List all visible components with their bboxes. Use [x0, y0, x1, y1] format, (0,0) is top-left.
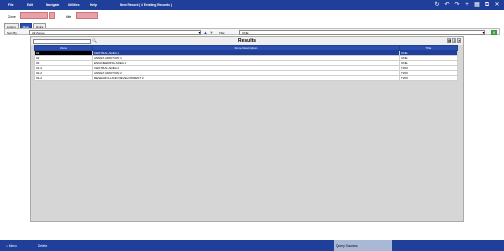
refresh-icon[interactable]: ↻ — [434, 1, 440, 9]
bottom-bar: ⌂ Menu Delete Query Success — [0, 240, 504, 251]
menu-file[interactable]: File — [8, 3, 14, 7]
zone-lookup[interactable] — [49, 12, 55, 19]
undo-icon[interactable]: ↶ — [444, 1, 450, 9]
title-field[interactable] — [76, 12, 98, 19]
close-icon[interactable]: ✕ — [494, 1, 500, 9]
window-title: New Record ( # Existing Records ) — [120, 3, 172, 7]
sort-toolbar: Sort By All Zones ▾ ▲ ▼ Title ONE ▾ ✕ — [4, 28, 500, 35]
filter-row: Zone title — [0, 10, 504, 22]
clear-button[interactable]: ✕ — [491, 29, 497, 35]
sort-select[interactable]: All Zones — [29, 29, 201, 35]
results-header: 🔍 Results ▤ ⇩ ✕ — [31, 37, 463, 45]
sort-label: Sort By — [7, 30, 17, 35]
cell-title: TWO — [399, 75, 458, 81]
results-table: Zone Zone Description Title 01 CENTRAL A… — [34, 45, 458, 81]
export-icon[interactable]: ⇩ — [452, 38, 456, 43]
cell-zone: 03-2 — [34, 75, 93, 81]
table-row[interactable]: 03-2 RESEARCH AND DEVELOPMENT 2 TWO — [34, 75, 458, 81]
menu-button-label: Menu — [8, 244, 17, 248]
zone-field[interactable] — [20, 12, 48, 19]
status-text: Query Success — [336, 244, 358, 248]
redo-icon[interactable]: ↷ — [454, 1, 460, 9]
chevron-down-icon[interactable]: ▾ — [481, 30, 486, 36]
print-icon[interactable]: ▤ — [447, 38, 451, 43]
title-select[interactable]: ONE — [239, 29, 485, 35]
results-panel: 🔍 Results ▤ ⇩ ✕ Zone Zone Description Ti… — [30, 36, 464, 222]
filter-icon[interactable]: ▼ — [209, 30, 214, 36]
close-icon[interactable]: ✕ — [457, 38, 461, 43]
sort-up-icon[interactable]: ▲ — [203, 30, 208, 36]
copy-icon[interactable]: ⧉ — [484, 1, 490, 9]
status-area: Query Success — [334, 240, 392, 251]
menu-utilities[interactable]: Utilities — [68, 3, 80, 7]
top-toolbar-icons: ↻ ↶ ↷ + ▦ ⧉ ✕ — [434, 1, 500, 9]
zone-label: Zone — [8, 15, 16, 19]
menu-help[interactable]: Help — [90, 3, 97, 7]
results-header-icons: ▤ ⇩ ✕ — [447, 38, 461, 43]
top-menu-bar: File Edit Navigate Utilities Help New Re… — [0, 0, 504, 10]
menu-button[interactable]: ⌂ Menu — [6, 244, 17, 248]
cell-description: RESEARCH AND DEVELOPMENT 2 — [92, 75, 400, 81]
title-label: Title — [219, 30, 225, 35]
add-icon[interactable]: + — [464, 1, 470, 9]
chevron-down-icon[interactable]: ▾ — [197, 30, 202, 36]
menu-navigate[interactable]: Navigate — [46, 3, 59, 7]
results-title: Results — [237, 38, 257, 44]
grid-icon[interactable]: ▦ — [474, 1, 480, 9]
delete-button[interactable]: Delete — [38, 244, 47, 248]
menu-edit[interactable]: Edit — [27, 3, 33, 7]
title-filter-label: title — [66, 15, 72, 19]
